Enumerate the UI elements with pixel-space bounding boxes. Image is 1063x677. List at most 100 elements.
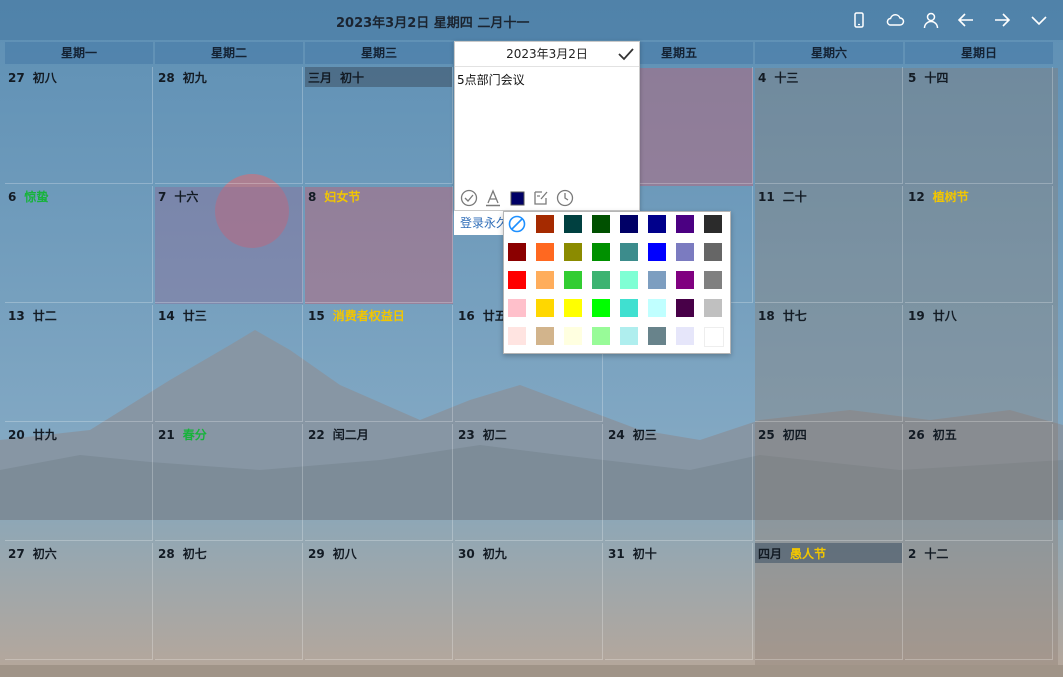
color-swatch[interactable]	[676, 243, 694, 261]
day-cell[interactable]: 7 十六	[155, 186, 303, 303]
arrow-right-icon[interactable]	[992, 10, 1012, 30]
color-swatch[interactable]	[676, 299, 694, 317]
color-swatch[interactable]	[536, 243, 554, 261]
day-label: 5 十四	[908, 69, 948, 86]
lunar-date: 二十	[782, 190, 807, 204]
day-cell[interactable]: 27 初六	[5, 543, 153, 660]
day-number: 20	[8, 428, 25, 442]
day-cell[interactable]: 2 十二	[905, 543, 1053, 660]
editor-note[interactable]: 5点部门会议	[457, 71, 525, 88]
day-cell[interactable]: 三月 初十	[305, 67, 453, 184]
color-swatch[interactable]	[592, 327, 610, 345]
day-label: 28 初九	[158, 69, 207, 86]
no-color-icon[interactable]	[508, 215, 526, 233]
color-swatch[interactable]	[648, 215, 666, 233]
day-cell[interactable]: 8 妇女节	[305, 186, 453, 303]
text-color-icon[interactable]	[484, 189, 502, 207]
day-cell[interactable]: 15 消费者权益日	[305, 305, 453, 422]
color-swatch[interactable]	[648, 299, 666, 317]
day-cell[interactable]: 20 廿九	[5, 424, 153, 541]
day-cell[interactable]: 21 春分	[155, 424, 303, 541]
done-circle-icon[interactable]	[460, 189, 478, 207]
lunar-date: 初九	[482, 547, 507, 561]
color-swatch[interactable]	[620, 215, 638, 233]
color-swatch[interactable]	[592, 215, 610, 233]
color-swatch[interactable]	[564, 243, 582, 261]
arrow-left-icon[interactable]	[956, 10, 976, 30]
color-swatch[interactable]	[564, 299, 582, 317]
color-swatch[interactable]	[508, 243, 526, 261]
chevron-down-icon[interactable]	[1029, 10, 1049, 30]
day-cell[interactable]: 13 廿二	[5, 305, 153, 422]
user-icon[interactable]	[921, 10, 941, 30]
title-bar: 2023年3月2日 星期四 二月十一	[0, 0, 1063, 40]
lunar-date: 廿三	[182, 309, 207, 323]
color-swatch[interactable]	[564, 327, 582, 345]
day-cell[interactable]: 6 惊蛰	[5, 186, 153, 303]
color-swatch[interactable]	[704, 215, 722, 233]
color-swatch[interactable]	[676, 271, 694, 289]
color-swatch[interactable]	[536, 215, 554, 233]
day-cell[interactable]: 27 初八	[5, 67, 153, 184]
day-label: 13 廿二	[8, 307, 57, 324]
color-swatch[interactable]	[648, 271, 666, 289]
color-swatch[interactable]	[704, 271, 722, 289]
color-swatch[interactable]	[620, 243, 638, 261]
color-swatch[interactable]	[592, 243, 610, 261]
day-cell[interactable]: 23 初二	[455, 424, 603, 541]
day-cell[interactable]: 26 初五	[905, 424, 1053, 541]
day-cell[interactable]: 24 初三	[605, 424, 753, 541]
color-swatch[interactable]	[648, 243, 666, 261]
color-swatch[interactable]	[676, 215, 694, 233]
day-cell[interactable]: 四月 愚人节	[755, 543, 903, 660]
color-swatch[interactable]	[508, 299, 526, 317]
edit-note-icon[interactable]	[532, 189, 550, 207]
phone-icon[interactable]	[849, 10, 869, 30]
day-label: 31 初十	[608, 545, 657, 562]
day-label: 三月 初十	[308, 69, 364, 86]
day-cell[interactable]: 28 初九	[155, 67, 303, 184]
color-swatch[interactable]	[676, 327, 694, 345]
color-swatch[interactable]	[536, 327, 554, 345]
lunar-date: 廿七	[782, 309, 807, 323]
color-swatch[interactable]	[592, 299, 610, 317]
confirm-check-icon[interactable]	[617, 45, 635, 63]
color-swatch[interactable]	[620, 327, 638, 345]
lunar-date: 初二	[482, 428, 507, 442]
day-cell[interactable]: 12 植树节	[905, 186, 1053, 303]
day-cell[interactable]: 11 二十	[755, 186, 903, 303]
fill-color-icon[interactable]	[509, 189, 527, 207]
color-swatch[interactable]	[564, 215, 582, 233]
day-cell[interactable]: 30 初九	[455, 543, 603, 660]
day-cell[interactable]: 4 十三	[755, 67, 903, 184]
day-cell[interactable]: 29 初八	[305, 543, 453, 660]
day-cell[interactable]: 31 初十	[605, 543, 753, 660]
color-swatch[interactable]	[620, 271, 638, 289]
day-cell[interactable]: 25 初四	[755, 424, 903, 541]
color-swatch[interactable]	[508, 327, 526, 345]
color-swatch[interactable]	[508, 271, 526, 289]
color-swatch[interactable]	[536, 271, 554, 289]
clock-icon[interactable]	[556, 189, 574, 207]
day-label: 21 春分	[158, 426, 207, 443]
day-label: 4 十三	[758, 69, 798, 86]
cloud-icon[interactable]	[885, 10, 905, 30]
day-cell[interactable]: 28 初七	[155, 543, 303, 660]
day-number: 13	[8, 309, 25, 323]
color-swatch[interactable]	[704, 299, 722, 317]
day-label: 26 初五	[908, 426, 957, 443]
day-cell[interactable]: 14 廿三	[155, 305, 303, 422]
color-swatch[interactable]	[564, 271, 582, 289]
day-cell[interactable]: 18 廿七	[755, 305, 903, 422]
color-swatch[interactable]	[620, 299, 638, 317]
day-number: 12	[908, 190, 925, 204]
day-cell[interactable]: 5 十四	[905, 67, 1053, 184]
day-cell[interactable]: 19 廿八	[905, 305, 1053, 422]
color-swatch[interactable]	[648, 327, 666, 345]
color-swatch[interactable]	[704, 243, 722, 261]
festival-label: 惊蛰	[24, 190, 49, 204]
color-swatch[interactable]	[704, 327, 724, 347]
day-cell[interactable]: 22 闰二月	[305, 424, 453, 541]
color-swatch[interactable]	[592, 271, 610, 289]
color-swatch[interactable]	[536, 299, 554, 317]
